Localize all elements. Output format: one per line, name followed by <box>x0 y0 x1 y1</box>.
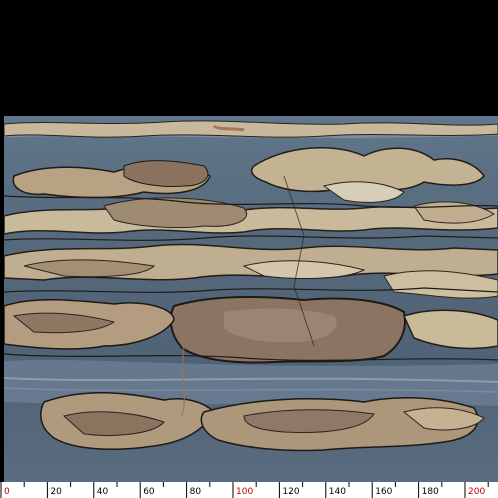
ruler-label: 160 <box>375 487 392 497</box>
measurement-ruler: 0 20 40 60 80 100 120 140 160 180 200 <box>0 482 498 498</box>
stone-slab-graphic <box>4 116 498 482</box>
ruler-scale: 0 20 40 60 80 100 120 140 160 180 200 <box>0 482 489 498</box>
ruler-label: 40 <box>97 487 109 497</box>
ruler-label: 20 <box>50 487 62 497</box>
ruler-label: 60 <box>143 487 155 497</box>
stone-slab-photo <box>4 116 498 482</box>
ruler-label: 200 <box>468 487 485 497</box>
ruler-label: 120 <box>282 487 299 497</box>
ruler-label: 180 <box>422 487 439 497</box>
ruler-label: 140 <box>329 487 346 497</box>
ruler-label: 80 <box>190 487 202 497</box>
ruler-label: 100 <box>236 487 253 497</box>
ruler-label: 0 <box>4 487 10 497</box>
